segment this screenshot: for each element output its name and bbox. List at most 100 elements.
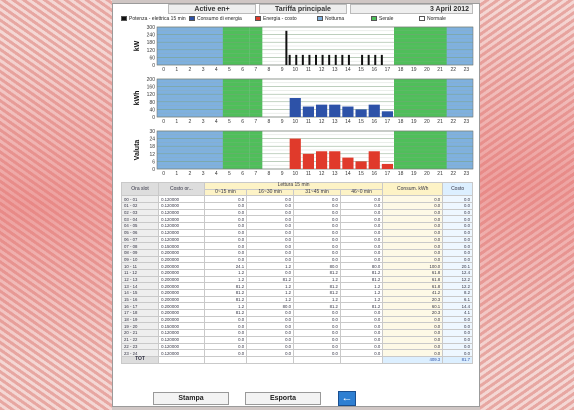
chart-bar [329, 104, 341, 117]
export-button[interactable]: Esporta [245, 392, 321, 405]
legend-label: Notturna [325, 16, 345, 22]
value-cell: 0.0 [382, 222, 444, 230]
table-row: 12 - 13 0.200000 1.2 81.2 1.2 81.2 61.8 12.2 [120, 275, 473, 284]
y-tick-label: 200 [147, 77, 156, 83]
table-row: 11 - 12 0.200000 1.2 0.0 81.2 81.2 61.8 12.4 [120, 268, 473, 277]
x-tick-label: 3 [202, 67, 205, 73]
table-row: 22 - 23 0.120000 0.0 0.0 0.0 0.0 0.0 0.0 [120, 342, 473, 351]
value-cell: 0.0 [293, 322, 341, 331]
y-tick-label: 12 [149, 152, 155, 158]
x-tick-label: 16 [371, 171, 377, 177]
chart-bar [315, 151, 328, 169]
chart-bar [321, 54, 324, 65]
rate-cell: 0.200000 [158, 309, 205, 317]
chart-bar [355, 161, 367, 169]
rate-cell: 0.120000 [158, 228, 205, 237]
value-cell: 12.2 [442, 282, 473, 290]
value-cell: 12.4 [442, 268, 473, 277]
slot-cell: 06 - 07 [120, 235, 160, 244]
x-tick-label: 0 [162, 67, 165, 73]
y-tick-label: 120 [147, 48, 156, 54]
slot-cell: 02 - 03 [120, 208, 160, 217]
value-cell: 0.0 [246, 222, 295, 230]
value-cell: 0.0 [339, 242, 384, 250]
value-cell: 0.0 [382, 322, 444, 331]
x-tick-label: 9 [281, 67, 284, 73]
value-cell: 0.0 [382, 228, 444, 237]
x-tick-label: 14 [345, 171, 351, 177]
x-tick-label: 8 [268, 119, 271, 125]
y-tick-label: 80 [149, 100, 155, 106]
x-tick-label: 3 [202, 119, 205, 125]
total-empty [246, 355, 295, 364]
x-tick-label: 17 [385, 119, 391, 125]
x-tick-label: 13 [332, 171, 338, 177]
rate-cell: 0.200000 [158, 248, 205, 257]
value-cell: 24.1 [203, 262, 248, 270]
x-tick-label: 20 [424, 67, 430, 73]
value-cell: 0.0 [382, 255, 444, 264]
chart-bar [361, 54, 364, 65]
chart-bar [342, 157, 354, 169]
x-tick-label: 12 [319, 119, 325, 125]
x-tick-label: 23 [464, 119, 470, 125]
legend-item-night: Notturna [317, 15, 344, 24]
value-cell: 0.0 [442, 195, 473, 204]
table-row: 01 - 02 0.120000 0.0 0.0 0.0 0.0 0.0 0.0 [120, 202, 473, 210]
x-tick-label: 14 [345, 119, 351, 125]
value-cell: 0.0 [442, 202, 473, 210]
value-cell: 0.0 [203, 222, 248, 230]
chart-bar [367, 54, 370, 65]
x-tick-label: 23 [464, 171, 470, 177]
value-cell: 81.2 [293, 289, 341, 297]
value-cell: 0.0 [293, 335, 341, 344]
x-tick-label: 13 [332, 67, 338, 73]
value-cell: 81.2 [203, 295, 248, 304]
value-cell: 1.2 [246, 295, 295, 304]
value-cell: 100.0 [382, 262, 444, 270]
value-cell: 81.2 [246, 275, 295, 284]
legend-item-cost: Energia - costo [255, 15, 297, 24]
legend-label: Normale [427, 16, 446, 22]
x-tick-label: 20 [424, 171, 430, 177]
value-cell: 0.0 [339, 228, 384, 237]
value-cell: 1.2 [203, 268, 248, 277]
legend-swatch [419, 16, 425, 22]
chart-bar [315, 104, 328, 117]
x-tick-label: 22 [450, 171, 456, 177]
value-cell: 0.0 [246, 342, 295, 351]
value-cell: 0.0 [293, 195, 341, 204]
value-cell: 0.0 [246, 248, 295, 257]
rate-cell: 0.120000 [158, 195, 205, 204]
table-row: 13 - 14 0.200000 81.2 1.2 81.2 1.2 61.8 12.2 [120, 282, 473, 290]
rate-cell: 0.120000 [158, 235, 205, 244]
table-row: 06 - 07 0.120000 0.0 0.0 0.0 0.0 0.0 0.0 [120, 235, 473, 244]
slot-cell: 15 - 16 [120, 295, 160, 304]
value-cell: 1.2 [339, 282, 384, 290]
value-cell: 0.0 [293, 202, 341, 210]
value-cell: 0.0 [246, 268, 295, 277]
value-cell: 0.0 [382, 342, 444, 351]
x-tick-label: 19 [411, 119, 417, 125]
value-cell: 0.0 [339, 342, 384, 351]
value-cell: 0.0 [382, 242, 444, 250]
value-cell: 0.0 [382, 315, 444, 324]
legend-swatch [371, 16, 377, 22]
slot-cell: 10 - 11 [120, 262, 160, 270]
total-label: TOT [120, 355, 160, 364]
value-cell: 61.8 [382, 282, 444, 290]
legend-item-evening: Serale [371, 15, 393, 24]
x-tick-label: 7 [254, 171, 257, 177]
chart-bar [381, 163, 394, 169]
header-ora: Ora slot [120, 181, 160, 197]
print-button[interactable]: Stampa [153, 392, 229, 405]
value-cell: 81.2 [339, 275, 384, 284]
slot-cell: 22 - 23 [120, 342, 160, 351]
back-arrow-icon[interactable]: ← [338, 391, 356, 406]
value-cell: 0.0 [246, 235, 295, 244]
value-cell: 0.0 [442, 322, 473, 331]
value-cell: 20.3 [382, 309, 444, 317]
slot-cell: 07 - 08 [120, 242, 160, 250]
value-cell: 80.0 [293, 262, 341, 270]
slot-cell: 20 - 21 [120, 329, 160, 337]
